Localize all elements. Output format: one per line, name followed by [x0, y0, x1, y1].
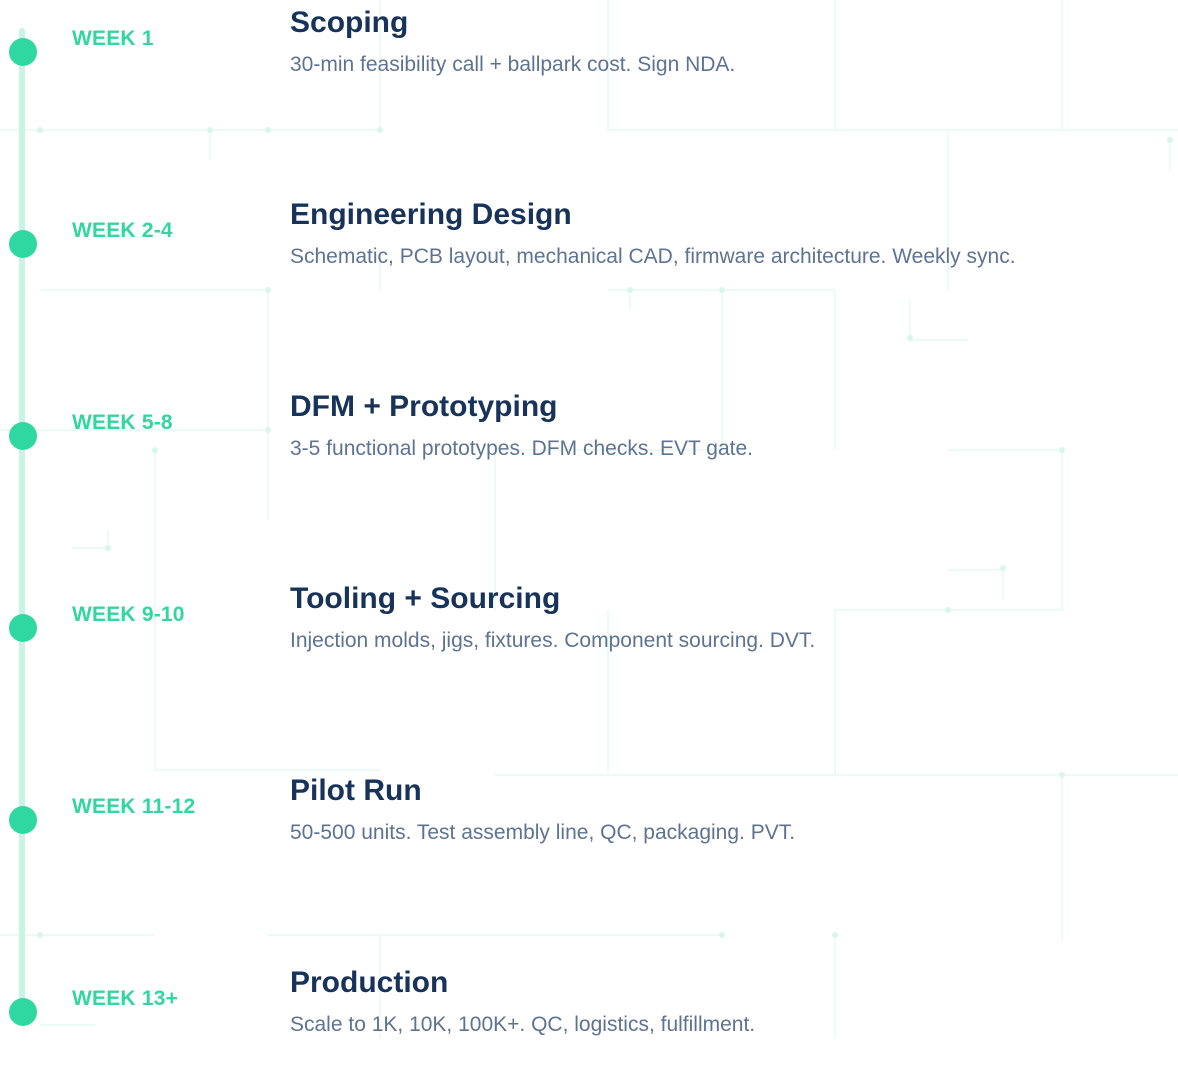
step-description: 30-min feasibility call + ballpark cost.… — [290, 53, 736, 76]
timeline-step: WEEK 9-10 Tooling + Sourcing Injection m… — [0, 576, 1178, 696]
milestone-dot — [9, 806, 37, 834]
week-label: WEEK 2-4 — [72, 219, 173, 242]
step-title: Engineering Design — [290, 198, 572, 231]
milestone-dot — [9, 422, 37, 450]
step-title: Pilot Run — [290, 774, 422, 807]
week-label: WEEK 5-8 — [72, 411, 173, 434]
step-description: 3-5 functional prototypes. DFM checks. E… — [290, 437, 753, 460]
milestone-dot — [9, 614, 37, 642]
step-description: Injection molds, jigs, fixtures. Compone… — [290, 629, 816, 652]
timeline-step: WEEK 2-4 Engineering Design Schematic, P… — [0, 192, 1178, 312]
week-label: WEEK 9-10 — [72, 603, 185, 626]
timeline-step: WEEK 5-8 DFM + Prototyping 3-5 functiona… — [0, 384, 1178, 504]
milestone-dot — [9, 998, 37, 1026]
week-label: WEEK 13+ — [72, 987, 179, 1010]
step-title: DFM + Prototyping — [290, 390, 558, 423]
milestone-dot — [9, 38, 37, 66]
week-label: WEEK 1 — [72, 27, 154, 50]
week-label: WEEK 11-12 — [72, 795, 196, 818]
step-description: 50-500 units. Test assembly line, QC, pa… — [290, 821, 796, 844]
step-description: Schematic, PCB layout, mechanical CAD, f… — [290, 245, 1016, 268]
timeline-step: WEEK 1 Scoping 30-min feasibility call +… — [0, 0, 1178, 120]
step-description: Scale to 1K, 10K, 100K+. QC, logistics, … — [290, 1013, 756, 1036]
timeline-step: WEEK 11-12 Pilot Run 50-500 units. Test … — [0, 768, 1178, 888]
milestone-dot — [9, 230, 37, 258]
step-title: Scoping — [290, 6, 409, 39]
step-title: Tooling + Sourcing — [290, 582, 561, 615]
timeline-step: WEEK 13+ Production Scale to 1K, 10K, 10… — [0, 960, 1178, 1080]
step-title: Production — [290, 966, 449, 999]
